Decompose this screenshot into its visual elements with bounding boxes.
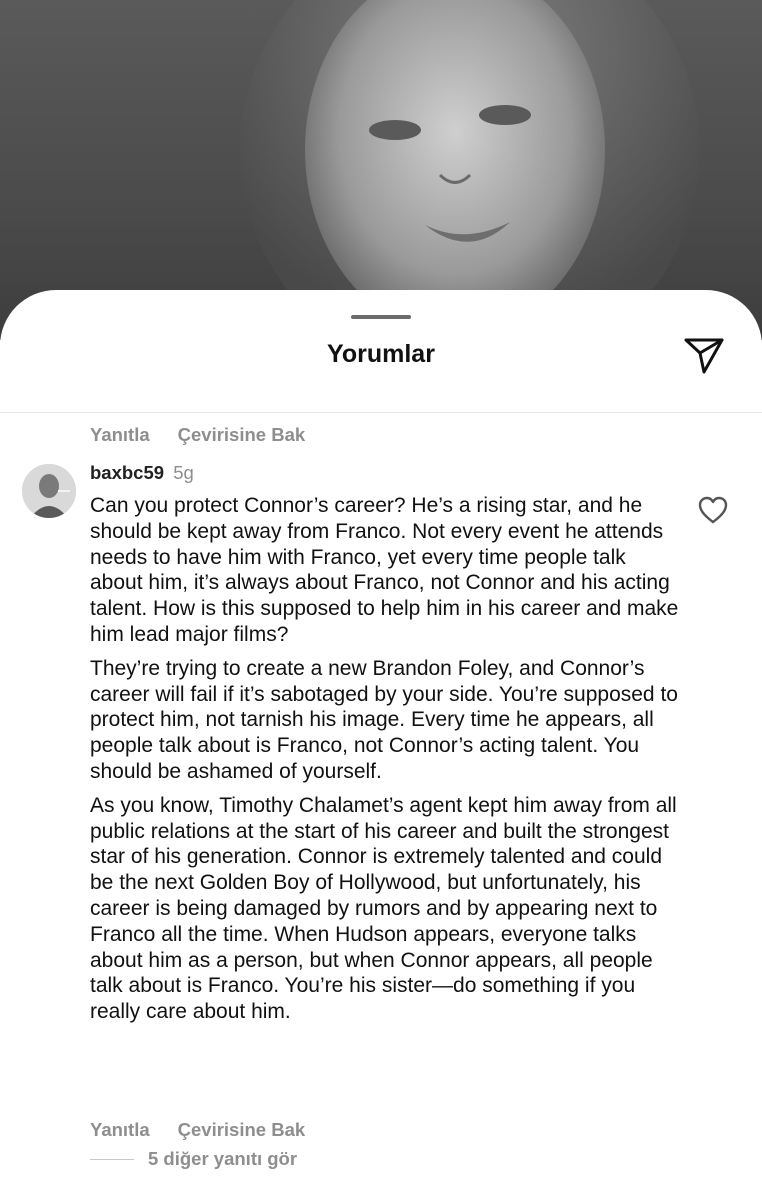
paper-plane-icon[interactable]: [683, 337, 725, 375]
sheet-grabber-handle[interactable]: [351, 315, 411, 319]
username[interactable]: baxbc59: [90, 462, 164, 483]
see-translation-button[interactable]: Çevirisine Bak: [178, 424, 306, 446]
comment-header: baxbc59 5g: [90, 462, 194, 484]
comment-actions: Yanıtla Çevirisine Bak: [90, 1119, 305, 1141]
prev-comment-actions: Yanıtla Çevirisine Bak: [90, 424, 305, 446]
reply-button[interactable]: Yanıtla: [90, 424, 150, 446]
heart-outline-icon[interactable]: [698, 496, 728, 524]
reply-button[interactable]: Yanıtla: [90, 1119, 150, 1141]
post-photo-background: [0, 0, 762, 340]
see-translation-button[interactable]: Çevirisine Bak: [178, 1119, 306, 1141]
replies-line: [90, 1158, 134, 1160]
sheet-title: Yorumlar: [327, 340, 435, 368]
view-more-replies-label: 5 diğer yanıtı gör: [148, 1148, 298, 1169]
portrait-silhouette: [240, 0, 700, 340]
avatar[interactable]: [22, 464, 76, 518]
comment-text: Can you protect Connor’s career? He’s a …: [90, 493, 680, 1033]
comment-paragraph: Can you protect Connor’s career? He’s a …: [90, 494, 679, 646]
comment-paragraph: They’re trying to create a new Brandon F…: [90, 656, 678, 783]
view-more-replies-button[interactable]: 5 diğer yanıtı gör: [90, 1148, 297, 1170]
comment-time: 5g: [173, 462, 194, 483]
comment-paragraph: As you know, Timothy Chalamet’s agent ke…: [90, 793, 677, 1024]
header-divider: [0, 412, 762, 413]
